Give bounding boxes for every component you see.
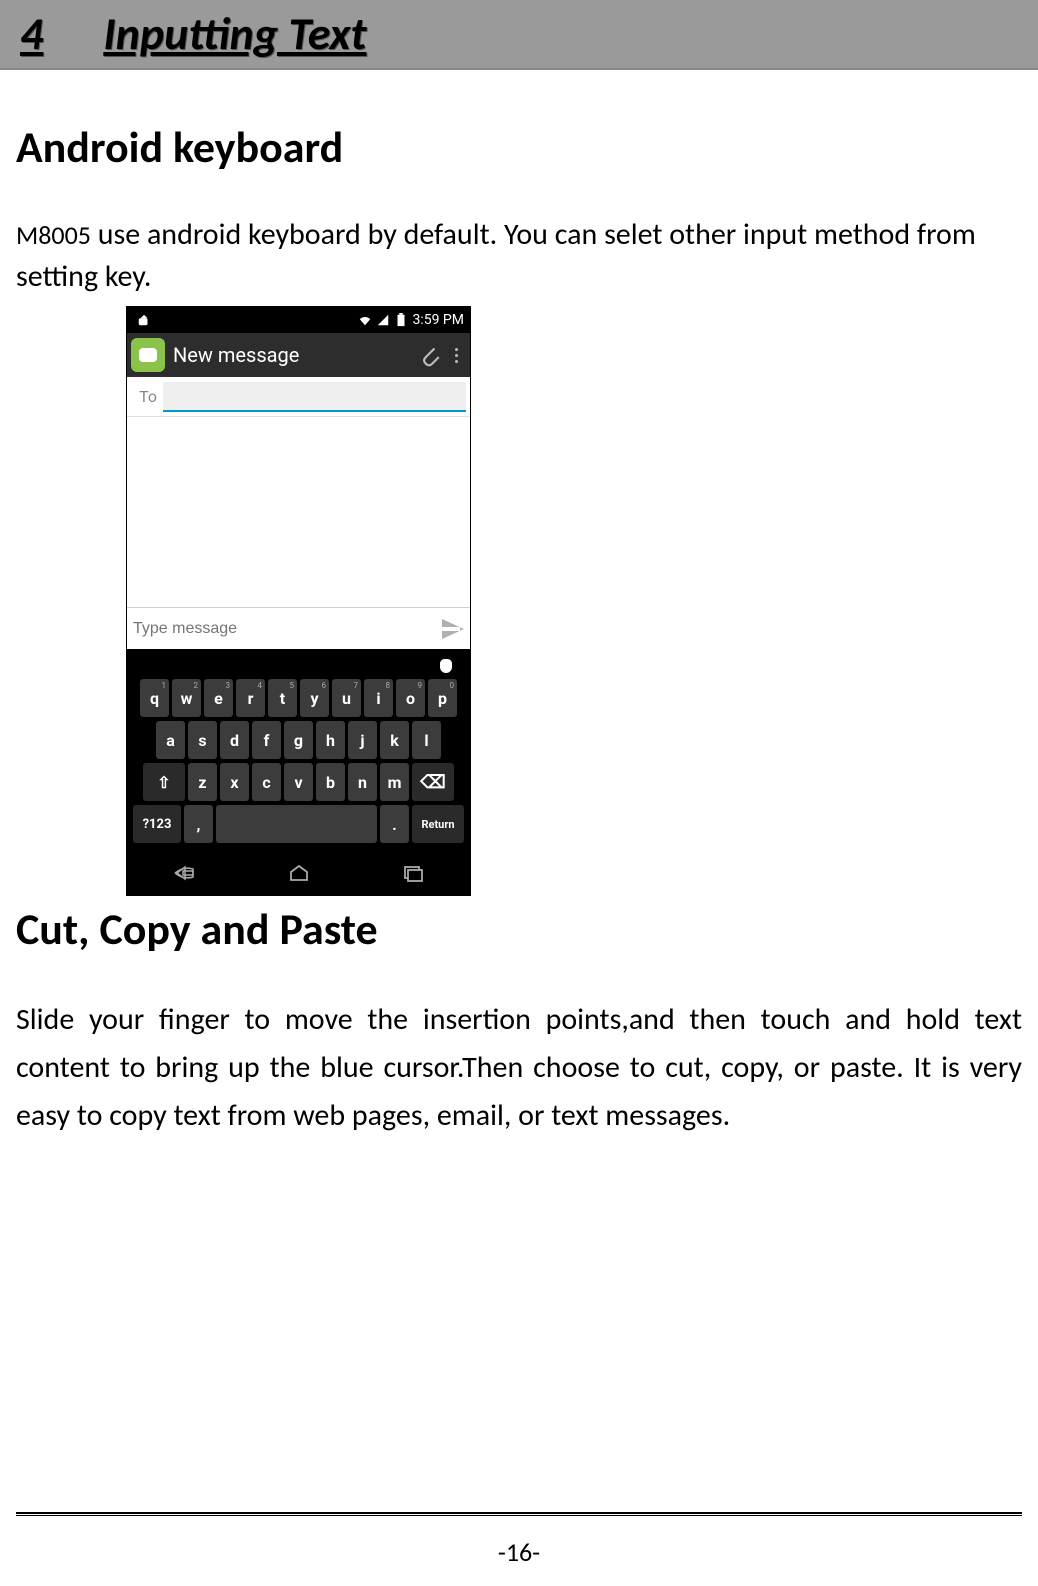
key-u[interactable]: u7 [332, 679, 361, 717]
status-time: 3:59 PM [412, 312, 464, 328]
message-thread-area [127, 417, 470, 607]
nav-recent-icon[interactable] [402, 864, 424, 882]
key-e[interactable]: e3 [204, 679, 233, 717]
key-r[interactable]: r4 [236, 679, 265, 717]
nav-back-icon[interactable] [173, 865, 197, 881]
key-y[interactable]: y6 [300, 679, 329, 717]
compose-input[interactable] [133, 615, 436, 643]
attachment-icon[interactable] [416, 342, 442, 368]
battery-icon [394, 313, 408, 327]
key-v[interactable]: v [284, 763, 313, 801]
app-header-title: New message [173, 343, 408, 367]
section-heading-cut-copy-paste: Cut, Copy and Paste [16, 902, 1022, 956]
keyboard-area: q1w2e3r4t5y6u7i8o9p0 asdfghjkl ⇧zxcvbnm⌫… [127, 649, 470, 851]
key-.[interactable]: . [380, 805, 409, 843]
compose-row [127, 607, 470, 649]
status-bar: 3:59 PM [127, 307, 470, 333]
key-z[interactable]: z [188, 763, 217, 801]
key-o[interactable]: o9 [396, 679, 425, 717]
page-number: -16- [0, 1528, 1038, 1568]
key-Return[interactable]: Return [412, 805, 464, 843]
chapter-number: 4 [20, 6, 43, 62]
messaging-app-icon [131, 338, 165, 372]
to-input[interactable] [163, 382, 466, 412]
keyboard-row-4: ?123,.Return [131, 805, 466, 847]
key-q[interactable]: q1 [140, 679, 169, 717]
key-?123[interactable]: ?123 [133, 805, 181, 843]
status-left-icons [133, 313, 354, 327]
key-p[interactable]: p0 [428, 679, 457, 717]
key-g[interactable]: g [284, 721, 313, 759]
section2-body: Slide your finger to move the insertion … [16, 996, 1022, 1140]
signal-icon [376, 313, 390, 327]
section1-body-rest: use android keyboard by default. You can… [16, 216, 976, 295]
key-⇧[interactable]: ⇧ [143, 763, 185, 801]
key-a[interactable]: a [156, 721, 185, 759]
key-h[interactable]: h [316, 721, 345, 759]
key-t[interactable]: t5 [268, 679, 297, 717]
send-icon[interactable] [442, 619, 464, 639]
keyboard-row-2: asdfghjkl [131, 721, 466, 759]
key-space[interactable] [216, 805, 377, 843]
key-,[interactable]: , [184, 805, 213, 843]
keyboard-row-3: ⇧zxcvbnm⌫ [131, 763, 466, 801]
model-code: M8005 [16, 219, 91, 251]
app-header: New message [127, 333, 470, 377]
key-m[interactable]: m [380, 763, 409, 801]
android-nav-bar [127, 851, 470, 895]
key-x[interactable]: x [220, 763, 249, 801]
nav-home-icon[interactable] [288, 864, 310, 882]
wifi-icon [358, 313, 372, 327]
section1-body: M8005 use android keyboard by default. Y… [16, 214, 1022, 298]
key-b[interactable]: b [316, 763, 345, 801]
notification-icon [137, 313, 151, 327]
key-s[interactable]: s [188, 721, 217, 759]
section-heading-android-keyboard: Android keyboard [16, 120, 1022, 174]
key-f[interactable]: f [252, 721, 281, 759]
android-screenshot: 3:59 PM New message To q1w2e3r4t5y6u7i8o… [126, 306, 471, 896]
to-label: To [131, 387, 163, 406]
key-c[interactable]: c [252, 763, 281, 801]
key-k[interactable]: k [380, 721, 409, 759]
chapter-header-bar: 4 Inputting Text [0, 0, 1038, 70]
overflow-menu-icon[interactable] [450, 348, 466, 363]
key-w[interactable]: w2 [172, 679, 201, 717]
key-i[interactable]: i8 [364, 679, 393, 717]
footer-divider [16, 1512, 1022, 1516]
key-d[interactable]: d [220, 721, 249, 759]
key-⌫[interactable]: ⌫ [412, 763, 454, 801]
keyboard-row-1: q1w2e3r4t5y6u7i8o9p0 [131, 679, 466, 717]
microphone-icon[interactable] [440, 659, 452, 673]
key-l[interactable]: l [412, 721, 441, 759]
keyboard-mic-row [131, 653, 466, 679]
chapter-title: Inputting Text [103, 6, 366, 62]
key-n[interactable]: n [348, 763, 377, 801]
key-j[interactable]: j [348, 721, 377, 759]
to-field-row: To [127, 377, 470, 417]
